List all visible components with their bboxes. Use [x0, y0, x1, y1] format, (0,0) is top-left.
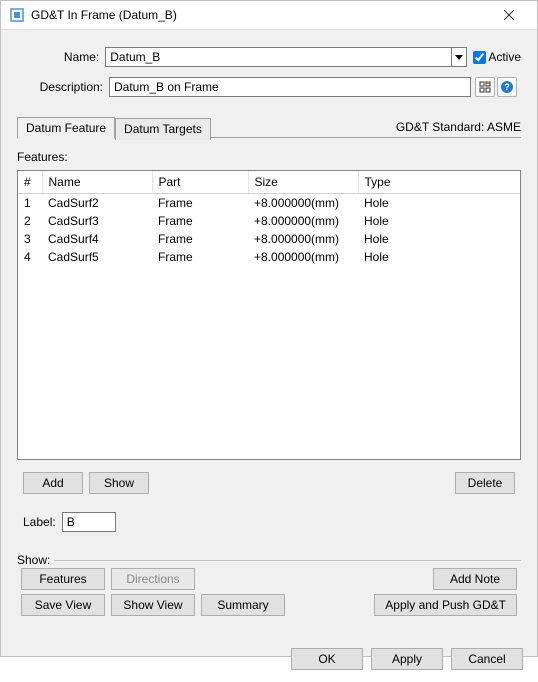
cell-name: CadSurf4 [42, 230, 152, 248]
gdt-standard-label: GD&T Standard: ASME [390, 117, 521, 138]
tab-datum-feature[interactable]: Datum Feature [17, 117, 115, 139]
apply-push-button[interactable]: Apply and Push GD&T [374, 594, 517, 616]
cell-idx: 3 [18, 230, 42, 248]
label-row: Label: [17, 512, 521, 532]
grid-header-row: # Name Part Size Type [18, 171, 520, 194]
table-row[interactable]: 3CadSurf4Frame+8.000000(mm)Hole [18, 230, 520, 248]
cell-type: Hole [358, 248, 520, 266]
dialog-window: GD&T In Frame (Datum_B) Name: Active Des… [0, 0, 538, 657]
cell-part: Frame [152, 230, 248, 248]
dialog-content: Name: Active Description: [1, 30, 537, 638]
cell-name: CadSurf2 [42, 194, 152, 213]
cell-size: +8.000000(mm) [248, 248, 358, 266]
cell-name: CadSurf3 [42, 212, 152, 230]
tab-datum-targets[interactable]: Datum Targets [115, 118, 211, 140]
label-label: Label: [23, 515, 56, 529]
show-button[interactable]: Show [89, 472, 149, 494]
features-button[interactable]: Features [21, 568, 105, 590]
tab-spacer [211, 137, 390, 138]
active-checkbox[interactable] [473, 51, 486, 64]
name-row: Name: Active [17, 46, 521, 68]
svg-text:?: ? [504, 82, 510, 92]
description-input[interactable] [109, 77, 471, 97]
cell-idx: 4 [18, 248, 42, 266]
cell-part: Frame [152, 248, 248, 266]
col-part[interactable]: Part [152, 171, 248, 194]
help-icon-button[interactable]: ? [497, 77, 517, 97]
tab-row: Datum Feature Datum Targets GD&T Standar… [17, 116, 521, 138]
cell-idx: 1 [18, 194, 42, 213]
cell-size: +8.000000(mm) [248, 194, 358, 213]
show-legend: Show: [17, 553, 54, 567]
apply-button[interactable]: Apply [371, 648, 443, 670]
cell-size: +8.000000(mm) [248, 230, 358, 248]
cell-name: CadSurf5 [42, 248, 152, 266]
summary-button[interactable]: Summary [201, 594, 285, 616]
cell-part: Frame [152, 212, 248, 230]
name-dropdown-arrow[interactable] [452, 47, 467, 67]
label-input[interactable] [62, 512, 116, 532]
description-label: Description: [17, 80, 109, 94]
directions-button: Directions [111, 568, 195, 590]
cancel-button[interactable]: Cancel [451, 648, 523, 670]
add-note-button[interactable]: Add Note [433, 568, 517, 590]
cell-size: +8.000000(mm) [248, 212, 358, 230]
description-row: Description: ? [17, 76, 521, 98]
show-section: Show: Features Directions Add Note Save … [17, 554, 521, 622]
grid-icon-button[interactable] [475, 77, 495, 97]
delete-button[interactable]: Delete [455, 472, 515, 494]
ok-button[interactable]: OK [291, 648, 363, 670]
cell-idx: 2 [18, 212, 42, 230]
show-view-button[interactable]: Show View [111, 594, 195, 616]
cell-part: Frame [152, 194, 248, 213]
add-button[interactable]: Add [23, 472, 83, 494]
table-row[interactable]: 4CadSurf5Frame+8.000000(mm)Hole [18, 248, 520, 266]
table-row[interactable]: 2CadSurf3Frame+8.000000(mm)Hole [18, 212, 520, 230]
active-label: Active [488, 50, 521, 64]
table-row[interactable]: 1CadSurf2Frame+8.000000(mm)Hole [18, 194, 520, 213]
tabs: Datum Feature Datum Targets [17, 116, 211, 138]
app-icon [9, 7, 25, 23]
features-label: Features: [17, 150, 521, 164]
col-name[interactable]: Name [42, 171, 152, 194]
col-size[interactable]: Size [248, 171, 358, 194]
features-grid[interactable]: # Name Part Size Type 1CadSurf2Frame+8.0… [17, 170, 521, 460]
feature-buttons-row: Add Show Delete [17, 472, 521, 494]
cell-type: Hole [358, 212, 520, 230]
name-input[interactable] [105, 47, 452, 67]
name-label: Name: [17, 50, 105, 64]
title-bar: GD&T In Frame (Datum_B) [1, 1, 537, 30]
col-type[interactable]: Type [358, 171, 520, 194]
close-button[interactable] [489, 1, 529, 29]
cell-type: Hole [358, 194, 520, 213]
save-view-button[interactable]: Save View [21, 594, 105, 616]
cell-type: Hole [358, 230, 520, 248]
col-index[interactable]: # [18, 171, 42, 194]
description-icon-group: ? [475, 77, 517, 97]
dialog-button-row: OK Apply Cancel [1, 638, 537, 682]
active-checkbox-wrap[interactable]: Active [473, 50, 521, 64]
window-title: GD&T In Frame (Datum_B) [31, 8, 489, 22]
